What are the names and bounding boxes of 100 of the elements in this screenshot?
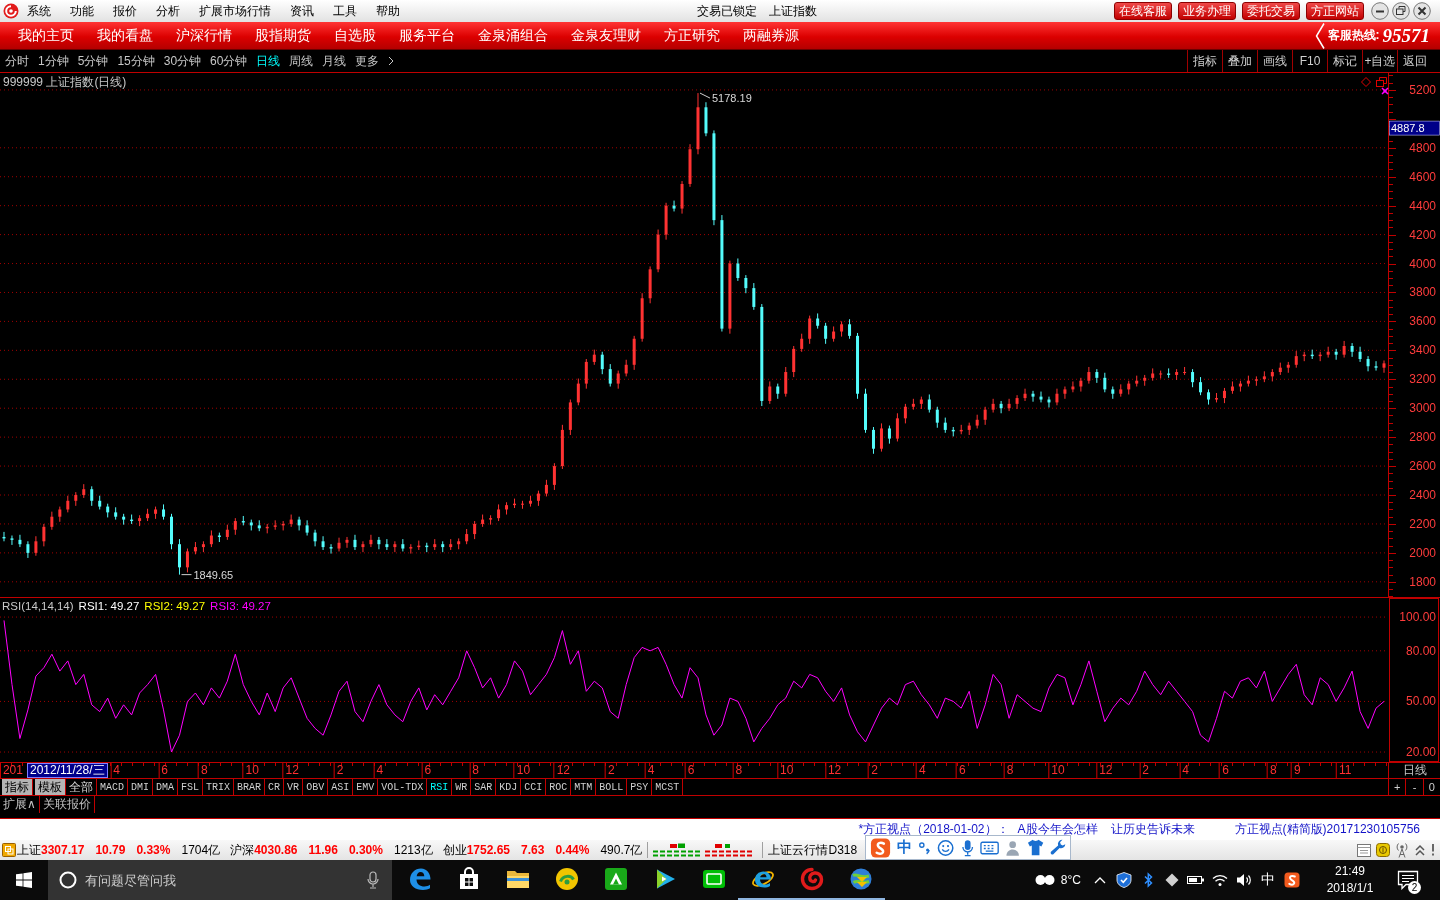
chevron-right-icon[interactable] (388, 56, 395, 66)
minimize-icon[interactable] (1371, 2, 1389, 20)
period-tab[interactable]: 60分钟 (210, 52, 248, 70)
menu-item[interactable]: 报价 (113, 2, 137, 20)
indicator-tab[interactable]: FSL (178, 779, 204, 795)
keyboard-icon[interactable] (980, 840, 1000, 855)
period-tab[interactable]: 更多 (355, 52, 380, 70)
news-edition[interactable]: 方正视点(精简版)20171230105756 (1234, 821, 1420, 838)
market-feed-label[interactable]: 上证云行情D318 (768, 841, 858, 859)
indicator-tab[interactable]: CCI (521, 779, 547, 795)
double-chevron-up-icon[interactable] (1414, 843, 1426, 857)
coin-icon[interactable] (1376, 843, 1390, 857)
news-source[interactable]: *方正视点（2018-01-02）： (858, 821, 1009, 838)
menu-item[interactable]: 工具 (333, 2, 357, 20)
punctuation-icon[interactable] (918, 839, 932, 856)
nav-item[interactable]: 我的主页 (18, 26, 74, 45)
indicator-tab[interactable]: CR (265, 779, 285, 795)
menu-item[interactable]: 帮助 (376, 2, 400, 20)
search-field[interactable]: 有问题尽管问我 (85, 868, 358, 892)
speech-bubble-icon[interactable] (1397, 870, 1419, 890)
circle-icon[interactable] (59, 871, 77, 889)
shield-icon[interactable] (1116, 872, 1132, 888)
search-bar[interactable]: 有问题尽管问我 (48, 860, 392, 900)
nav-item[interactable]: 自选股 (334, 26, 376, 45)
swoosh-logo-icon[interactable] (1284, 872, 1300, 888)
nav-item[interactable]: 我的看盘 (97, 26, 153, 45)
input-mode-toggle[interactable]: 中 (897, 838, 913, 857)
period-tab[interactable]: 30分钟 (163, 52, 202, 70)
diamond-icon[interactable] (1165, 873, 1179, 887)
clock-date[interactable]: 2018/1/1 (1326, 880, 1374, 897)
indicator-tab[interactable]: VR (284, 779, 304, 795)
panel-button[interactable]: 扩展∧ (0, 796, 40, 813)
dots-icon[interactable] (1034, 874, 1055, 886)
period-tab[interactable]: 15分钟 (117, 52, 155, 70)
speaker-icon[interactable] (1236, 872, 1252, 888)
period-tab[interactable]: 月线 (322, 52, 347, 70)
indicator-tab[interactable]: MCST (652, 779, 684, 795)
indicator-tab[interactable]: BRAR (234, 779, 266, 795)
battery-icon[interactable] (1187, 874, 1205, 886)
menu-item[interactable]: 功能 (70, 2, 94, 20)
swirl-logo-icon[interactable] (3, 3, 19, 19)
microphone-icon[interactable] (960, 838, 975, 857)
period-tab[interactable]: 周线 (289, 52, 314, 70)
close-icon[interactable] (1413, 2, 1431, 20)
service-button[interactable]: 委托交易 (1242, 2, 1300, 20)
indicator-tab[interactable]: ASI (328, 779, 354, 795)
microphone-icon[interactable] (366, 871, 380, 889)
nav-item[interactable]: 服务平台 (399, 26, 455, 45)
menu-item[interactable]: 资讯 (290, 2, 314, 20)
menu-item[interactable]: 系统 (27, 2, 51, 20)
nav-item[interactable]: 金泉友理财 (571, 26, 641, 45)
bluetooth-icon[interactable] (1142, 872, 1154, 888)
smiley-icon[interactable] (937, 838, 955, 857)
indicator-tab[interactable]: OBV (303, 779, 329, 795)
menu-item[interactable]: 扩展市场行情 (199, 2, 271, 20)
indicator-tab[interactable]: DMA (153, 779, 179, 795)
news-headline[interactable]: A股今年会怎样 (1017, 821, 1098, 838)
indicator-tab[interactable]: WR (452, 779, 472, 795)
indicator-tab[interactable]: TRIX (203, 779, 235, 795)
shirt-icon[interactable] (1026, 839, 1044, 856)
period-tab[interactable]: 1分钟 (38, 52, 69, 70)
temperature[interactable]: 8°C (1060, 873, 1081, 887)
window-icon[interactable] (1357, 843, 1371, 857)
menu-item[interactable]: 分析 (156, 2, 180, 20)
indicator-tab[interactable]: MACD (97, 779, 128, 795)
tile-icon[interactable] (2, 843, 16, 857)
indicator-tab[interactable]: SAR (471, 779, 497, 795)
service-button[interactable]: 业务办理 (1178, 2, 1236, 20)
indicator-tab[interactable]: VOL-TDX (378, 779, 428, 795)
chevron-up-icon[interactable] (1094, 876, 1106, 884)
nav-item[interactable]: 方正研究 (664, 26, 720, 45)
overlap-squares-icon[interactable] (1376, 77, 1387, 87)
period-tab[interactable]: 分时 (5, 52, 29, 70)
legend-value: RSI3: 49.27 (210, 600, 271, 612)
period-tab[interactable]: 日线 (256, 52, 281, 70)
service-button[interactable]: 在线客服 (1114, 2, 1172, 20)
toolbar-button[interactable]: +自选 (1362, 50, 1397, 72)
indicator-menu-button[interactable]: 模板 (35, 779, 66, 795)
wifi-icon[interactable] (1212, 873, 1228, 887)
input-mode-toggle[interactable]: 中 (1261, 871, 1275, 889)
service-button[interactable]: 方正网站 (1306, 2, 1364, 20)
nav-item[interactable]: 沪深行情 (176, 26, 232, 45)
news-headline[interactable]: 让历史告诉未来 (1110, 821, 1195, 838)
windows-logo-icon[interactable] (16, 872, 32, 888)
candlestick (353, 534, 357, 551)
clock-time[interactable]: 21:49 (1335, 863, 1365, 880)
antenna-icon[interactable] (1395, 842, 1409, 858)
wrench-icon[interactable] (1049, 839, 1066, 856)
indicator-tab[interactable]: 全部 (66, 779, 97, 795)
nav-item[interactable]: 股指期货 (255, 26, 311, 45)
nav-item[interactable]: 金泉涌组合 (478, 26, 548, 45)
index-percent: 0.30% (348, 843, 383, 857)
nav-item[interactable]: 两融券源 (743, 26, 799, 45)
alert-icon[interactable] (1431, 844, 1435, 856)
restore-icon[interactable] (1392, 2, 1410, 20)
candlestick (1358, 346, 1362, 363)
indicator-menu-button[interactable]: 指标 (2, 779, 33, 795)
indicator-tab[interactable]: MTM (571, 779, 597, 795)
period-tab[interactable]: 5分钟 (77, 52, 109, 70)
indicator-tab[interactable]: DMI (128, 779, 154, 795)
